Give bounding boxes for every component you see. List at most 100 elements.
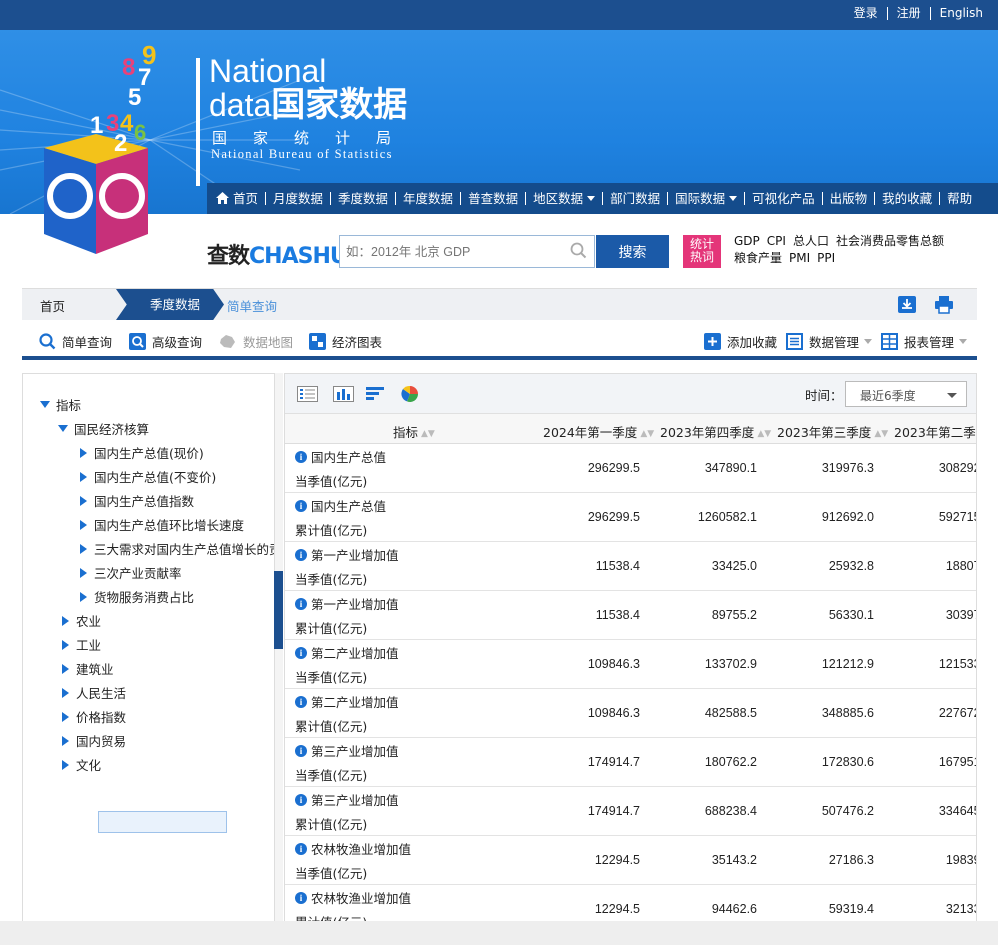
login-link[interactable]: 登录 [845, 7, 887, 20]
tree-root[interactable]: 指标 [40, 395, 81, 414]
search-button[interactable]: 搜索 [596, 235, 669, 268]
tree-category-label: 价格指数 [76, 710, 127, 725]
report-management-dropdown[interactable]: 报表管理 [881, 332, 968, 351]
tree-item[interactable]: 国内生产总值(不变价) [80, 467, 216, 486]
tree-item[interactable]: 三次产业贡献率 [80, 563, 182, 582]
data-map-label: 数据地图 [243, 335, 294, 350]
tree-group[interactable]: 国民经济核算 [58, 419, 149, 438]
table-row: i 第二产业增加值 累计值(亿元) 109846.3 482588.5 348885.6 2… [285, 689, 976, 738]
tree-item[interactable]: 三大需求对国内生产总值增长的贡 [80, 539, 274, 558]
table-cell-value: 1260582.1 [697, 510, 757, 524]
hot-word-gdp[interactable]: GDP [734, 234, 760, 248]
indicator-name[interactable]: i 国内生产总值 [295, 447, 386, 466]
info-icon[interactable]: i [295, 646, 307, 659]
table-cell-value: 18807.6 [945, 559, 976, 573]
indicator-name[interactable]: i 农林牧渔业增加值 [295, 839, 411, 858]
download-icon[interactable] [898, 296, 916, 313]
table-cell-value: 109846.3 [587, 657, 640, 671]
nav-help[interactable]: 帮助 [939, 192, 979, 205]
col-header-indicator[interactable]: 指标 ▲▼ [393, 422, 435, 441]
tree-item[interactable]: 国内生产总值环比增长速度 [80, 515, 244, 534]
register-link[interactable]: 注册 [886, 7, 930, 20]
col-header-2023q4[interactable]: 2023年第四季度 ▲▼ [660, 422, 771, 441]
hot-word-ppi[interactable]: PPI [817, 251, 835, 265]
tree-category[interactable]: 农业 [62, 611, 101, 630]
tree-category[interactable]: 工业 [62, 635, 101, 654]
table-cell-value: 121533.4 [938, 657, 976, 671]
indicator-name[interactable]: i 第一产业增加值 [295, 594, 399, 613]
col-header-2023q3[interactable]: 2023年第三季度 ▲▼ [777, 422, 888, 441]
hot-word-retail[interactable]: 社会消费品零售总额 [836, 234, 944, 248]
info-icon[interactable]: i [295, 744, 307, 757]
nav-regional[interactable]: 地区数据 [525, 192, 602, 205]
col-header-2024q1[interactable]: 2024年第一季度 ▲▼ [543, 422, 654, 441]
info-icon[interactable]: i [295, 597, 307, 610]
nav-annual[interactable]: 年度数据 [395, 192, 460, 205]
tree-item[interactable]: 国内生产总值(现价) [80, 443, 204, 462]
indicator-name[interactable]: i 第二产业增加值 [295, 643, 399, 662]
tree-scrollbar-thumb[interactable] [274, 571, 283, 649]
indicator-name-label: 第一产业增加值 [311, 548, 399, 563]
search-input[interactable] [339, 235, 595, 268]
info-icon[interactable]: i [295, 499, 307, 512]
info-icon[interactable]: i [295, 891, 307, 904]
indicator-name[interactable]: i 国内生产总值 [295, 496, 386, 515]
bar-chart-icon[interactable] [333, 386, 354, 402]
tree-category-label: 工业 [76, 638, 102, 653]
info-icon[interactable]: i [295, 450, 307, 463]
nav-favorites[interactable]: 我的收藏 [874, 192, 939, 205]
simple-query-button[interactable]: 简单查询 [39, 332, 112, 351]
hot-word-population[interactable]: 总人口 [793, 234, 829, 248]
indicator-name[interactable]: i 第一产业增加值 [295, 545, 399, 564]
table-view-icon[interactable] [297, 386, 318, 402]
collapsed-triangle-icon [80, 495, 87, 506]
tree-category[interactable]: 建筑业 [62, 659, 114, 678]
sort-icon: ▲▼ [757, 429, 772, 439]
time-range-select[interactable]: 最近6季度 [845, 381, 967, 407]
table-cell-value: 19839.0 [945, 853, 976, 867]
nav-home[interactable]: 首页 [207, 192, 265, 205]
info-icon[interactable]: i [295, 842, 307, 855]
indicator-name[interactable]: i 第二产业增加值 [295, 692, 399, 711]
print-icon[interactable] [934, 295, 954, 314]
tree-category[interactable]: 文化 [62, 755, 101, 774]
top-bar: 登录 注册 English [0, 0, 998, 30]
hot-word-pmi[interactable]: PMI [789, 251, 810, 265]
nav-publications[interactable]: 出版物 [821, 192, 875, 205]
data-map-button[interactable]: 数据地图 [219, 332, 293, 351]
economic-chart-button[interactable]: 经济图表 [309, 332, 382, 351]
nav-visualization[interactable]: 可视化产品 [744, 192, 822, 205]
nav-international[interactable]: 国际数据 [667, 192, 744, 205]
indicator-name[interactable]: i 第三产业增加值 [295, 790, 399, 809]
col-header-2023q2[interactable]: 2023年第二季度▲▼ [894, 422, 976, 441]
horizontal-bar-icon[interactable] [366, 386, 387, 402]
tree-item[interactable]: 国内生产总值指数 [80, 491, 194, 510]
table-cell-value: 167951.0 [938, 755, 976, 769]
breadcrumb-quarterly[interactable]: 季度数据 [116, 289, 224, 320]
info-icon[interactable]: i [295, 793, 307, 806]
breadcrumb-home[interactable]: 首页 [40, 296, 65, 315]
hot-word-cpi[interactable]: CPI [767, 234, 786, 248]
tree-category[interactable]: 价格指数 [62, 707, 126, 726]
pie-chart-icon[interactable] [401, 385, 419, 403]
advanced-query-button[interactable]: 高级查询 [129, 332, 202, 351]
add-favorite-button[interactable]: 添加收藏 [704, 332, 777, 351]
english-link[interactable]: English [929, 7, 992, 20]
col-header-label: 2023年第二季度 [894, 425, 976, 440]
table-icon [881, 333, 898, 350]
nav-monthly[interactable]: 月度数据 [265, 192, 330, 205]
collapsed-triangle-icon [80, 447, 87, 458]
hot-word-grain[interactable]: 粮食产量 [734, 251, 782, 265]
tree-item[interactable]: 货物服务消费占比 [80, 587, 194, 606]
nav-census[interactable]: 普查数据 [460, 192, 525, 205]
tree-category[interactable]: 人民生活 [62, 683, 126, 702]
tree-category[interactable]: 国内贸易 [62, 731, 126, 750]
nav-department[interactable]: 部门数据 [602, 192, 667, 205]
nav-quarterly[interactable]: 季度数据 [330, 192, 395, 205]
indicator-name[interactable]: i 农林牧渔业增加值 [295, 888, 411, 907]
data-management-dropdown[interactable]: 数据管理 [786, 332, 873, 351]
info-icon[interactable]: i [295, 695, 307, 708]
chevron-down-icon [587, 196, 596, 201]
indicator-name[interactable]: i 第三产业增加值 [295, 741, 399, 760]
info-icon[interactable]: i [295, 548, 307, 561]
